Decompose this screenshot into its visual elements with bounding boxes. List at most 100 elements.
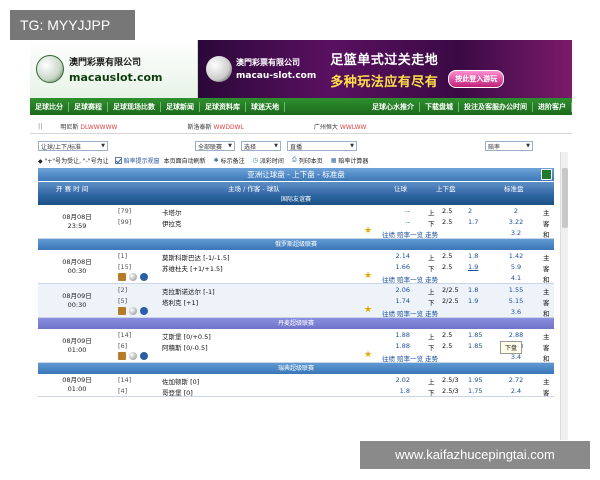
over-under-odds[interactable]: 2	[468, 207, 472, 215]
odds-line: [1] 莫斯科斯巴达 [-1/-1.5] 2.14 上 2.5 1.8 1.42 主	[38, 250, 554, 262]
team-rank: [2]	[118, 286, 128, 294]
history-odds-trend-links[interactable]: 往绩 赔率一览 走势	[382, 353, 438, 363]
odds-select[interactable]: 赔率 ▼	[485, 141, 533, 151]
standard-odds[interactable]: 2.88	[504, 331, 528, 339]
league-select[interactable]: 全部联赛 ▼	[195, 141, 235, 151]
over-under-odds[interactable]: 1.7	[468, 218, 478, 226]
ball-icon[interactable]	[129, 352, 137, 360]
standard-odds[interactable]: 2.72	[504, 376, 528, 384]
live-select[interactable]: 直播 ▼	[287, 141, 357, 151]
match-row: 08月08日 00:30 [1] 莫斯科斯巴达 [-1/-1.5] 2.14 上 2.5 1.…	[38, 250, 554, 284]
draw-odds[interactable]: 3.2	[504, 229, 528, 237]
league-header[interactable]: 瑞典超级联赛	[38, 363, 554, 374]
banner-left[interactable]: 澳門彩票有限公司 macauslot.com	[30, 40, 198, 98]
handicap-odds[interactable]: 2.02	[390, 376, 410, 384]
history-odds-trend-links[interactable]: 往绩 赔率一览 走势	[382, 274, 438, 284]
team-name[interactable]: 哥登堡 [0]	[162, 387, 193, 397]
star-icon[interactable]: ★	[364, 226, 372, 236]
over-under-odds[interactable]: 1.8	[468, 286, 478, 294]
nav-item[interactable]: 足球新闻	[161, 101, 200, 112]
odds-line: [6]阿積斯 [0/-0.5]1.88下2.51.852.08客	[38, 340, 554, 352]
pause-icon[interactable]: ||	[38, 123, 42, 130]
banner-right-ad[interactable]: 澳門彩票有限公司 macau-slot.com 足篮单式过关走地 多种玩法应有尽…	[198, 40, 572, 98]
handicap-odds[interactable]: 1.88	[390, 331, 410, 339]
over-under-odds[interactable]: 1.85	[468, 342, 482, 350]
league-header[interactable]: 俄罗斯超级联赛	[38, 239, 554, 250]
nav-item[interactable]: 足球资料库	[200, 101, 246, 112]
header-standard: 标准盘	[504, 185, 524, 193]
scrollbar-thumb[interactable]	[562, 168, 568, 228]
league-header[interactable]: 国际友谊赛	[38, 194, 554, 205]
standard-odds[interactable]: 2	[504, 207, 528, 215]
header-handicap: 让球	[394, 185, 407, 193]
standard-odds[interactable]: 1.55	[504, 286, 528, 294]
market-select[interactable]: 让球/上下/标准 ▼	[38, 141, 108, 151]
over-under-line: 2.5	[442, 342, 453, 350]
league-header[interactable]: 丹麦超级联赛	[38, 318, 554, 329]
globe-icon[interactable]	[140, 352, 148, 360]
draw-odds[interactable]: 4.1	[504, 274, 528, 282]
nav-right-item[interactable]: 下载盘城	[420, 101, 459, 112]
nav-right-item[interactable]: 进阶客户	[533, 101, 572, 112]
nav-right-item[interactable]: 投注及客服办公时间	[459, 101, 533, 112]
over-under-odds[interactable]: 1.9	[468, 297, 478, 305]
over-under-line: 2.5	[442, 252, 453, 260]
payout-time-button[interactable]: ◷ 派彩时间	[253, 156, 284, 165]
stats-icon[interactable]	[118, 352, 126, 360]
globe-icon[interactable]	[140, 307, 148, 315]
header-teams: 主场 / 作客 - 球队	[228, 185, 280, 193]
over-under-direction: 下	[428, 389, 435, 397]
standard-odds[interactable]: 5.9	[504, 263, 528, 271]
handicap-odds[interactable]: 2.06	[390, 286, 410, 294]
handicap-odds[interactable]: 2.14	[390, 252, 410, 260]
ball-icon[interactable]	[129, 307, 137, 315]
scrollbar[interactable]	[560, 152, 568, 440]
handicap-odds[interactable]: 1.88	[390, 342, 410, 350]
star-icon[interactable]: ★	[364, 350, 372, 360]
over-under-odds[interactable]: 1.85	[468, 331, 482, 339]
stats-icon[interactable]	[118, 307, 126, 315]
over-under-odds[interactable]: 1.8	[468, 252, 478, 260]
banner-left-domain: macauslot.com	[69, 70, 163, 84]
handicap-odds[interactable]: --	[390, 218, 410, 226]
handicap-odds[interactable]: 1.8	[390, 387, 410, 395]
nav-item[interactable]: 足球现场比数	[108, 101, 161, 112]
match-row: 08月09日 01:00 [14] 佐加顿斯 [0] 2.02 上 2.5/3 1.95 2.7…	[38, 374, 554, 397]
over-under-odds[interactable]: 1.9	[468, 263, 478, 271]
standard-odds[interactable]: 3.22	[504, 218, 528, 226]
history-odds-trend-links[interactable]: 往绩 赔率一览 走势	[382, 308, 438, 318]
star-icon[interactable]: ★	[364, 271, 372, 281]
odds-popup-checkbox[interactable]: 赔率提示视窗	[114, 156, 160, 165]
standard-odds[interactable]: 1.42	[504, 252, 528, 260]
globe-icon[interactable]	[140, 273, 148, 281]
draw-odds[interactable]: 3.6	[504, 308, 528, 316]
match-row: 08月09日 01:00 [14] 艾斯堡 [0/+0.5] 1.88 上 2.5 1.85 2…	[38, 329, 554, 363]
star-icon[interactable]: ★	[364, 305, 372, 315]
draw-odds[interactable]: 3.4	[504, 353, 528, 361]
odds-calculator-button[interactable]: ▦ 赔率计算器	[331, 156, 369, 165]
nav-right-item[interactable]: 足球心水推介	[367, 101, 420, 112]
over-under-odds[interactable]: 1.95	[468, 376, 482, 384]
nav-item[interactable]: 足球比分	[30, 101, 69, 112]
handicap-odds[interactable]: 1.66	[390, 263, 410, 271]
nav-item[interactable]: 足球赛程	[69, 101, 108, 112]
nav-item[interactable]: 球迷天地	[246, 101, 285, 112]
choose-select[interactable]: 选择 ▼	[241, 141, 281, 151]
print-page-button[interactable]: ⎙ 列印本页	[292, 156, 323, 165]
handicap-odds[interactable]: --	[390, 207, 410, 215]
standard-odds[interactable]: 5.15	[504, 297, 528, 305]
ball-icon[interactable]	[129, 273, 137, 281]
checkbox-icon[interactable]	[114, 156, 122, 164]
mark-notes-button[interactable]: ✱ 标示备注	[214, 156, 245, 165]
history-odds-trend-links[interactable]: 往绩 赔率一览 走势	[382, 229, 438, 239]
excel-export-icon[interactable]	[541, 169, 552, 180]
odds-line: [4] 哥登堡 [0] 1.8 下 2.5/3 1.75 2.4 客	[38, 385, 554, 397]
odds-line: ★ 往绩 赔率一览 走势 4.1 和	[38, 271, 554, 284]
standard-odds[interactable]: 2.4	[504, 387, 528, 395]
stats-icon[interactable]	[118, 273, 126, 281]
enter-play-button[interactable]: 按此登入游玩	[448, 70, 505, 88]
handicap-odds[interactable]: 1.74	[390, 297, 410, 305]
tool-icon: ✱	[213, 156, 219, 164]
results-ticker: || 明尼斯 DLWWWWW 斯洛泰斯 WWDDWL 广州恒大 WWLWW	[30, 120, 572, 134]
over-under-odds[interactable]: 1.75	[468, 387, 482, 395]
